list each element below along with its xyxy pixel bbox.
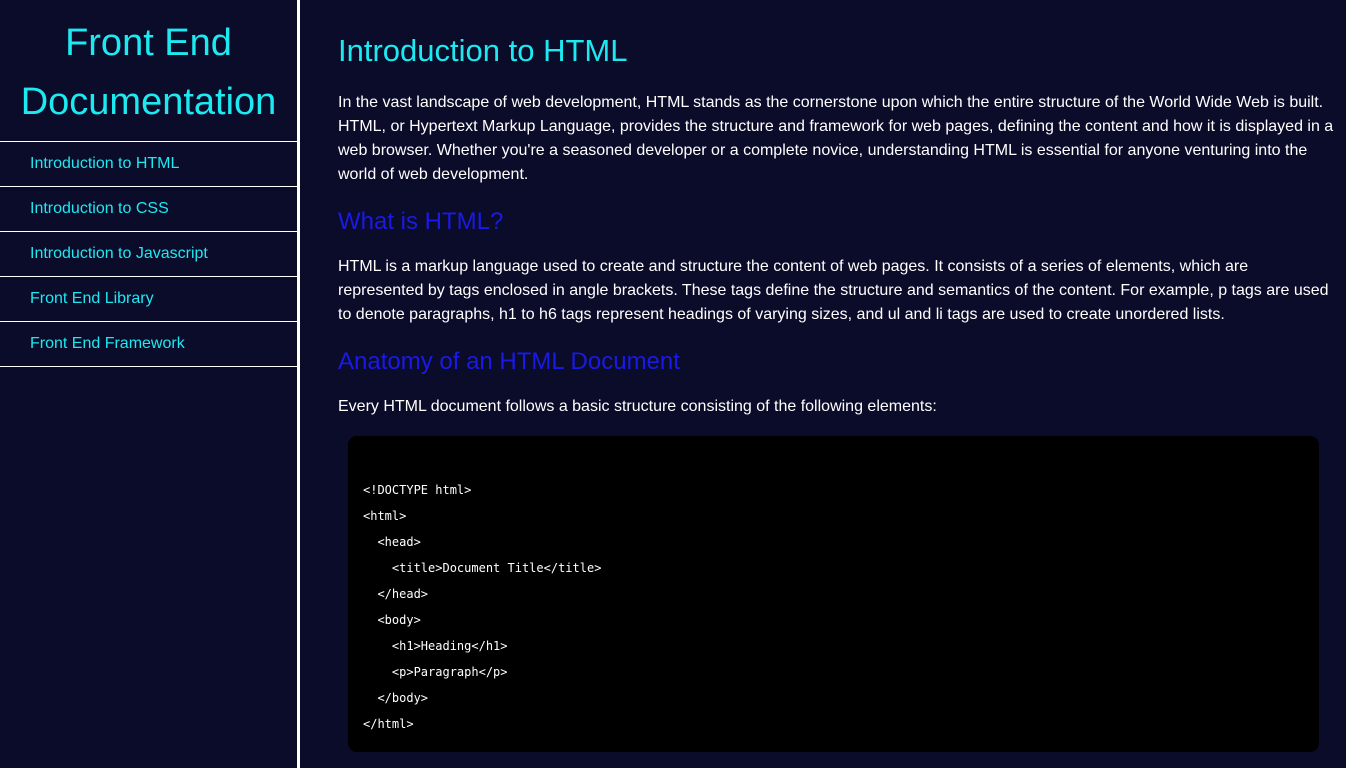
code-line: <head> xyxy=(363,535,421,549)
nav-link-intro-html[interactable]: Introduction to HTML xyxy=(0,142,297,187)
code-line: <html> xyxy=(363,509,407,523)
code-block: <!DOCTYPE html> <html> <head> <title>Doc… xyxy=(348,436,1319,752)
code-line: <h1>Heading</h1> xyxy=(363,639,508,653)
code-line: </html> xyxy=(363,717,414,731)
sidebar-nav: Front End Documentation Introduction to … xyxy=(0,0,300,768)
section-heading-anatomy: Anatomy of an HTML Document xyxy=(338,348,680,375)
nav-link-front-end-library[interactable]: Front End Library xyxy=(0,277,297,322)
code-line: <p>Paragraph</p> xyxy=(363,665,508,679)
code-line: <!DOCTYPE html> xyxy=(363,483,472,497)
code-line: <body> xyxy=(363,613,421,627)
section-paragraph-what-is-html: HTML is a markup language used to create… xyxy=(338,258,1329,323)
site-title: Front End Documentation xyxy=(20,22,277,123)
section-paragraph-anatomy: Every HTML document follows a basic stru… xyxy=(338,398,937,415)
intro-paragraph: In the vast landscape of web development… xyxy=(338,94,1334,183)
section-heading-what-is-html: What is HTML? xyxy=(338,208,504,235)
nav-link-front-end-framework[interactable]: Front End Framework xyxy=(0,322,297,367)
page-title: Introduction to HTML xyxy=(338,33,628,68)
nav-link-intro-javascript[interactable]: Introduction to Javascript xyxy=(0,232,297,277)
nav-link-intro-css[interactable]: Introduction to CSS xyxy=(0,187,297,232)
code-line: <title>Document Title</title> xyxy=(363,561,602,575)
main-content: Introduction to HTML In the vast landsca… xyxy=(303,0,1346,768)
code-line: </head> xyxy=(363,587,429,601)
nav-list: Introduction to HTML Introduction to CSS… xyxy=(0,141,297,367)
code-line: </body> xyxy=(363,691,429,705)
